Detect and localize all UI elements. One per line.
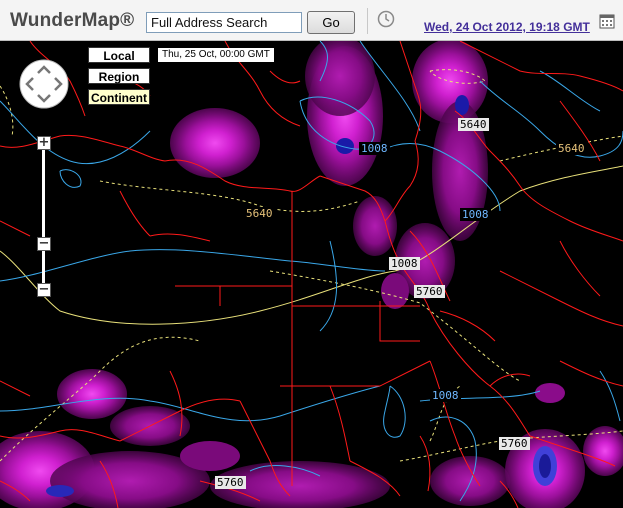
app-logo[interactable]: WunderMap® (10, 10, 134, 32)
toolbar-divider (367, 8, 368, 34)
isobar-label: 1008 (430, 389, 461, 402)
scope-continent-button[interactable]: Continent (88, 89, 150, 105)
thickness-label: 5760 (414, 285, 445, 298)
isobar-label: 1008 (460, 208, 491, 221)
map-canvas (0, 41, 623, 508)
precipitation-layer (0, 41, 623, 508)
zoom-slider-track[interactable] (42, 149, 45, 291)
thickness-label: 5640 (244, 207, 275, 220)
pan-control[interactable] (19, 59, 69, 109)
address-search-input[interactable] (146, 12, 302, 33)
isobar-label: 1008 (359, 142, 390, 155)
weather-map[interactable]: Local Region Continent Thu, 25 Oct, 00:0… (0, 41, 623, 508)
go-button[interactable]: Go (307, 11, 355, 34)
thickness-label: 5760 (215, 476, 246, 489)
thickness-label: 5640 (556, 142, 587, 155)
toolbar: WunderMap® Go Wed, 24 Oct 2012, 19:18 GM… (0, 0, 623, 41)
zoom-out-button[interactable]: − (37, 283, 51, 297)
scope-region-button[interactable]: Region (88, 68, 150, 84)
forecast-valid-time: Thu, 25 Oct, 00:00 GMT (158, 48, 274, 62)
zoom-in-button[interactable]: + (37, 136, 51, 150)
clock-icon[interactable] (377, 10, 395, 28)
scope-local-button[interactable]: Local (88, 47, 150, 63)
calendar-icon[interactable] (599, 13, 615, 29)
date-time-link[interactable]: Wed, 24 Oct 2012, 19:18 GMT (424, 20, 590, 34)
isobar-label: 1008 (389, 257, 420, 270)
zoom-slider-handle[interactable]: − (37, 237, 51, 251)
thickness-label: 5640 (458, 118, 489, 131)
thickness-label: 5760 (499, 437, 530, 450)
